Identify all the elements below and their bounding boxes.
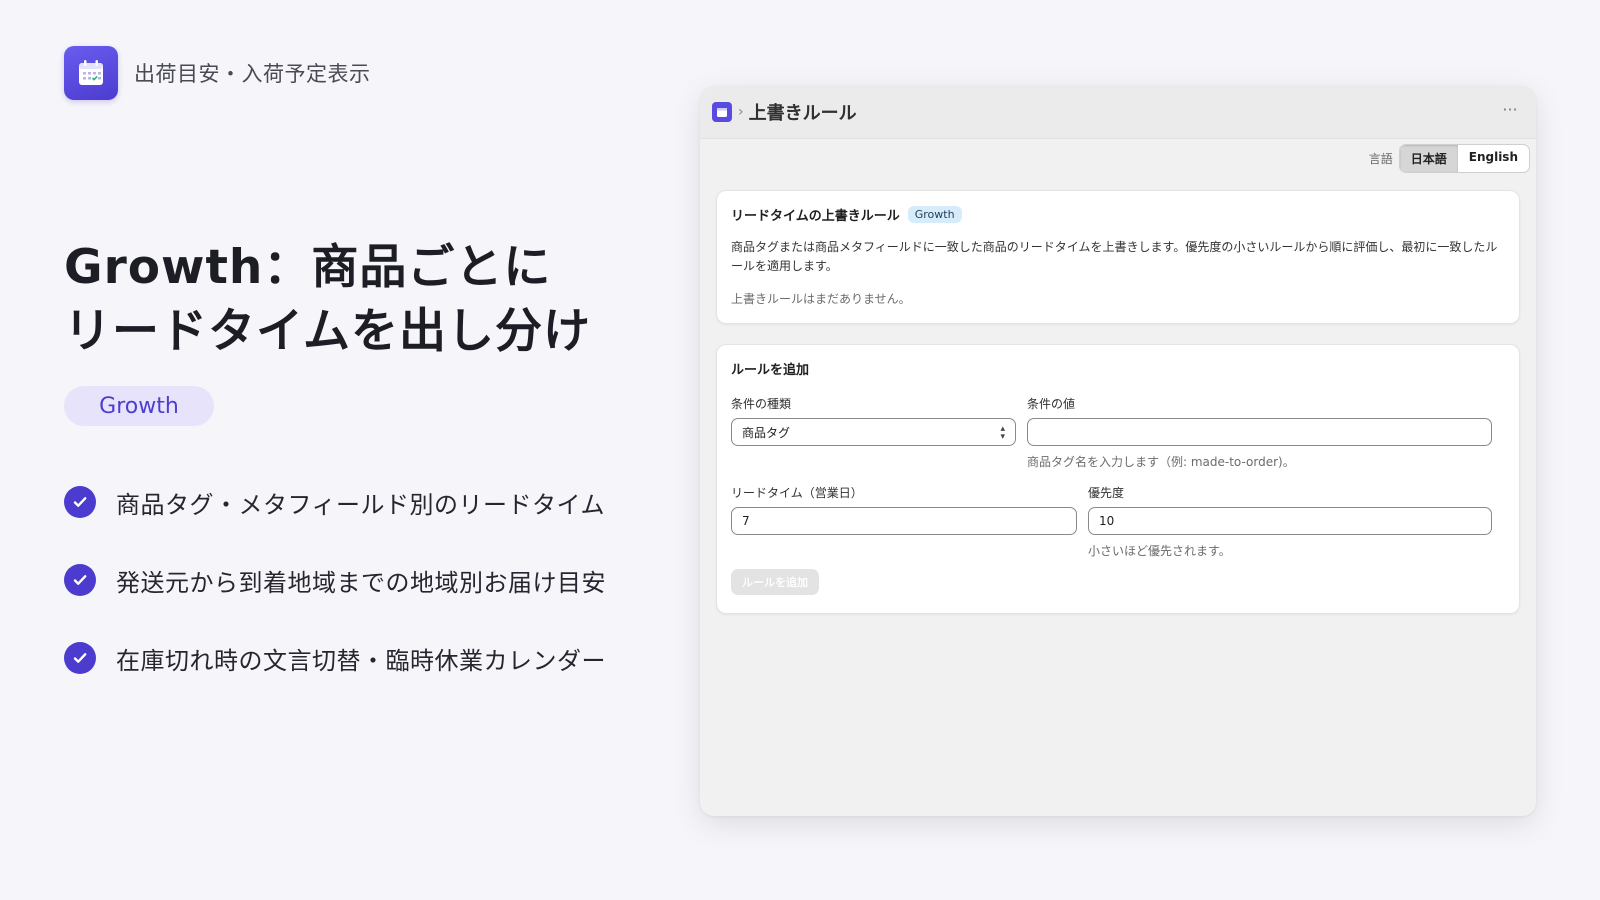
app-mini-icon[interactable] bbox=[712, 102, 732, 122]
language-option-en[interactable]: English bbox=[1458, 145, 1529, 172]
headline-line-1: Growth：商品ごとに bbox=[64, 240, 552, 295]
more-options-button[interactable]: ··· bbox=[1498, 100, 1522, 124]
lead-time-field: リードタイム（営業日） 7 bbox=[731, 484, 1077, 535]
calendar-icon bbox=[64, 46, 118, 100]
feature-list: 商品タグ・メタフィールド別のリードタイム 発送元から到着地域までの地域別お届け目… bbox=[64, 484, 606, 718]
condition-type-value: 商品タグ bbox=[742, 425, 791, 440]
select-arrows-icon: ▴ ▾ bbox=[1000, 424, 1005, 442]
headline: Growth：商品ごとに リードタイムを出し分け bbox=[64, 236, 591, 364]
check-icon bbox=[64, 486, 96, 518]
add-rule-title: ルールを追加 bbox=[731, 363, 810, 378]
condition-type-field: 条件の種類 商品タグ ▴ ▾ bbox=[731, 395, 1016, 446]
plan-pill: Growth bbox=[64, 386, 214, 426]
language-switcher: 言語 日本語 English bbox=[1369, 144, 1530, 173]
priority-label: 優先度 bbox=[1088, 486, 1125, 500]
brand: 出荷目安・入荷予定表示 bbox=[64, 46, 371, 100]
condition-type-label: 条件の種類 bbox=[731, 397, 792, 411]
feature-item: 在庫切れ時の文言切替・臨時休業カレンダー bbox=[64, 640, 606, 676]
priority-input[interactable]: 10 bbox=[1088, 507, 1492, 535]
feature-text: 発送元から到着地域までの地域別お届け目安 bbox=[116, 568, 606, 597]
rules-description: 商品タグまたは商品メタフィールドに一致した商品のリードタイムを上書きします。優先… bbox=[731, 240, 1498, 273]
lead-time-label: リードタイム（営業日） bbox=[731, 486, 863, 500]
check-icon bbox=[64, 642, 96, 674]
add-rule-button[interactable]: ルールを追加 bbox=[731, 569, 819, 595]
card-title: リードタイムの上書きルール Growth bbox=[731, 205, 1505, 224]
feature-text: 商品タグ・メタフィールド別のリードタイム bbox=[116, 490, 606, 519]
breadcrumb-separator: › bbox=[738, 104, 744, 120]
rules-card-title: リードタイムの上書きルール bbox=[731, 209, 900, 224]
app-window: › 上書きルール ··· 言語 日本語 English リードタイムの上書きルー… bbox=[700, 86, 1536, 816]
app-name: 出荷目安・入荷予定表示 bbox=[134, 62, 371, 86]
check-icon bbox=[64, 564, 96, 596]
condition-value-field: 条件の値 商品タグ名を入力します（例: made-to-order)。 bbox=[1027, 395, 1492, 470]
page-title: 上書きルール bbox=[748, 103, 857, 124]
language-option-ja[interactable]: 日本語 bbox=[1399, 145, 1458, 172]
priority-field: 優先度 10 小さいほど優先されます。 bbox=[1088, 484, 1492, 559]
feature-item: 商品タグ・メタフィールド別のリードタイム bbox=[64, 484, 606, 520]
empty-state: 上書きルールはまだありません。 bbox=[731, 292, 911, 306]
condition-type-select[interactable]: 商品タグ ▴ ▾ bbox=[731, 418, 1016, 446]
condition-value-label: 条件の値 bbox=[1027, 397, 1076, 411]
priority-help: 小さいほど優先されます。 bbox=[1088, 544, 1231, 558]
lead-time-input[interactable]: 7 bbox=[731, 507, 1077, 535]
condition-value-help: 商品タグ名を入力します（例: made-to-order)。 bbox=[1027, 455, 1295, 469]
headline-line-2: リードタイムを出し分け bbox=[64, 304, 592, 359]
plan-badge: Growth bbox=[907, 206, 962, 223]
feature-item: 発送元から到着地域までの地域別お届け目安 bbox=[64, 562, 606, 598]
override-rules-card: リードタイムの上書きルール Growth 商品タグまたは商品メタフィールドに一致… bbox=[716, 190, 1520, 324]
condition-value-input[interactable] bbox=[1027, 418, 1492, 446]
language-toggle: 日本語 English bbox=[1398, 144, 1530, 173]
add-rule-card: ルールを追加 条件の種類 商品タグ ▴ ▾ 条件の値 商品タグ名を入力します（例:… bbox=[716, 344, 1520, 614]
feature-text: 在庫切れ時の文言切替・臨時休業カレンダー bbox=[116, 646, 606, 675]
language-label: 言語 bbox=[1368, 152, 1393, 166]
title-bar: › 上書きルール ··· bbox=[700, 86, 1536, 139]
